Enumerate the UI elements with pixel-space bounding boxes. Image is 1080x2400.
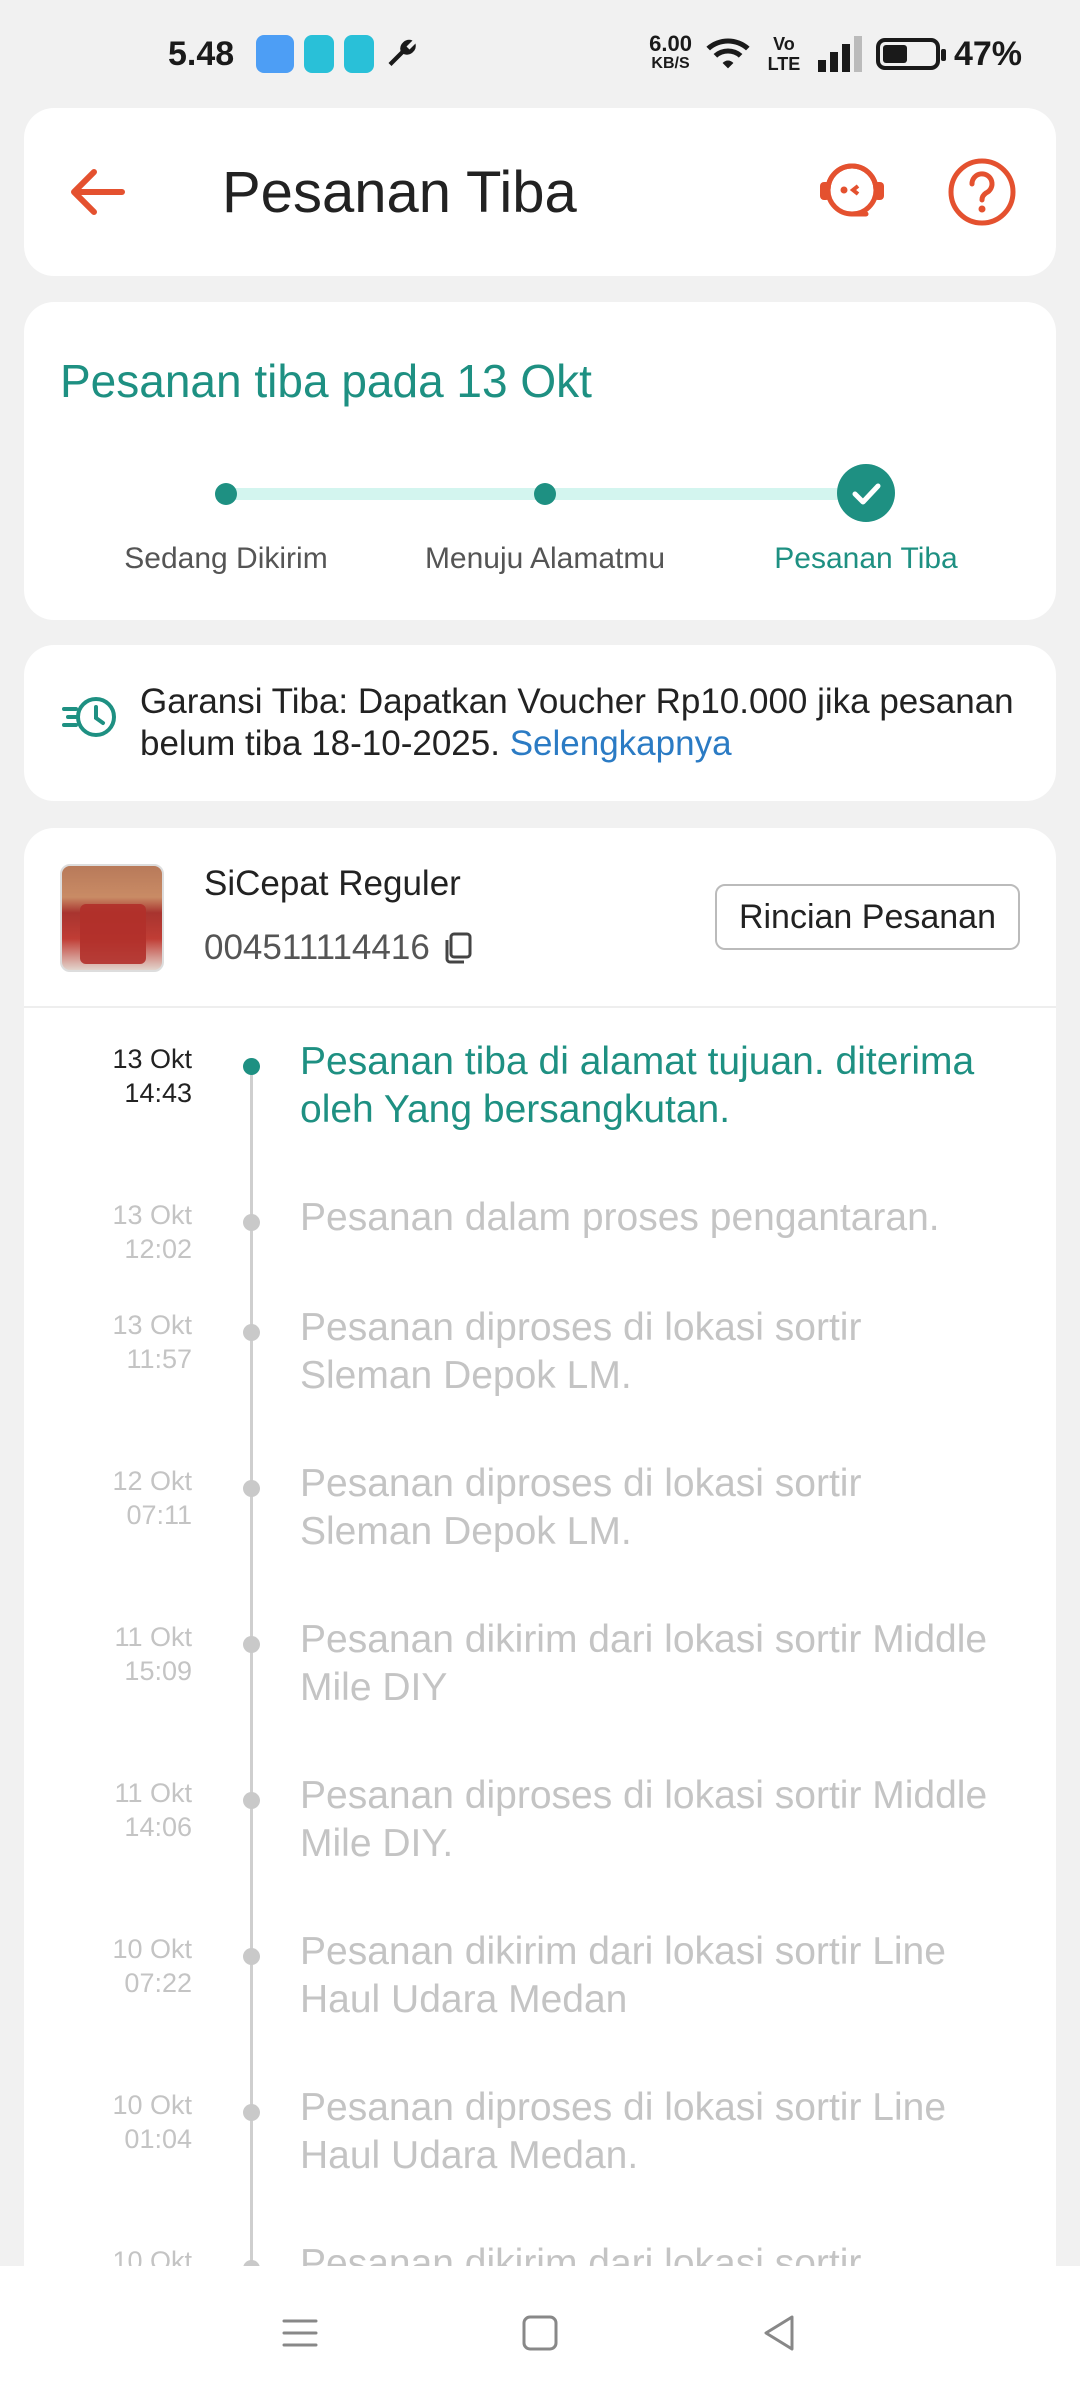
timeline-time: 07:22 — [124, 1968, 192, 1998]
timeline-item: 13 Okt 11:57 Pesanan diproses di lokasi … — [24, 1304, 1056, 1460]
timeline-date: 13 Okt — [112, 1044, 192, 1074]
battery-percent: 47% — [953, 34, 1022, 73]
timeline-item: 11 Okt 15:09 Pesanan dikirim dari lokasi… — [24, 1616, 1056, 1772]
wrench-icon — [388, 39, 416, 66]
page: 5.48 6.00 KB/S Vo LTE 47% Pesanan Tiba P… — [0, 0, 1080, 2400]
tracking-number: 004511114416 — [204, 928, 474, 968]
timeline-timestamp: 10 Okt 01:04 — [24, 2084, 192, 2240]
shopping-cart-icon — [304, 35, 335, 73]
customer-service-icon[interactable] — [814, 154, 890, 230]
timeline-timestamp: 11 Okt 15:09 — [24, 1616, 192, 1772]
timeline-text: Pesanan dalam proses pengantaran. — [300, 1196, 940, 1239]
timeline-timestamp: 13 Okt 11:57 — [24, 1304, 192, 1460]
check-icon — [837, 464, 895, 522]
clock-speed-icon — [62, 697, 116, 737]
timeline-text: Pesanan dikirim dari lokasi sortir Middl… — [300, 1618, 988, 1709]
timeline-text: Pesanan diproses di lokasi sortir Line H… — [300, 2086, 947, 2177]
timeline-dot — [243, 2104, 260, 2121]
back-icon[interactable] — [750, 2303, 810, 2363]
step-dot — [534, 483, 556, 505]
timeline-dot — [243, 1324, 260, 1341]
timeline-text: Pesanan diproses di lokasi sortir Sleman… — [300, 1462, 862, 1553]
back-arrow-icon[interactable] — [62, 157, 132, 227]
guarantee-text: Garansi Tiba: Dapatkan Voucher Rp10.000 … — [140, 681, 1020, 765]
timeline-dot — [243, 1948, 260, 1965]
timeline-text: Pesanan diproses di lokasi sortir Middle… — [300, 1774, 988, 1865]
timeline-timestamp: 10 Okt 07:22 — [24, 1928, 192, 2084]
timeline-date: 13 Okt — [112, 1200, 192, 1230]
notification-icons — [256, 35, 420, 73]
tracking-timeline: 13 Okt 14:43 Pesanan tiba di alamat tuju… — [24, 1008, 1056, 2318]
tracking-number-value: 004511114416 — [204, 928, 430, 967]
timeline-dot — [243, 1636, 260, 1653]
shipment-header: SiCepat Reguler 004511114416 Rincian Pes… — [24, 828, 1056, 1008]
timeline-dot — [243, 1058, 260, 1075]
progress-title: Pesanan tiba pada 13 Okt — [60, 355, 592, 407]
signal-icon — [817, 36, 862, 72]
product-thumbnail — [60, 864, 164, 972]
battery-icon — [875, 38, 946, 70]
system-nav-bar — [0, 2266, 1080, 2400]
step-dot — [215, 483, 237, 505]
timeline-time: 14:43 — [124, 1078, 192, 1108]
timeline-text: Pesanan diproses di lokasi sortir Sleman… — [300, 1306, 862, 1397]
timeline-timestamp: 11 Okt 14:06 — [24, 1772, 192, 1928]
timeline-date: 11 Okt — [114, 1778, 192, 1808]
copy-icon[interactable] — [442, 931, 474, 965]
shopping-cart-icon — [344, 35, 375, 73]
timeline-date: 13 Okt — [112, 1310, 192, 1340]
timeline-time: 07:11 — [126, 1500, 192, 1530]
timeline-item: 10 Okt 01:04 Pesanan diproses di lokasi … — [24, 2084, 1056, 2240]
timeline-time: 14:06 — [124, 1812, 192, 1842]
page-title: Pesanan Tiba — [222, 159, 577, 225]
timeline-time: 01:04 — [124, 2124, 192, 2154]
progress-track — [544, 488, 869, 500]
header-actions — [814, 154, 1018, 230]
timeline-timestamp: 13 Okt 12:02 — [24, 1194, 192, 1304]
home-icon[interactable] — [510, 2303, 570, 2363]
progress-track — [224, 488, 572, 500]
timeline-time: 11:57 — [126, 1344, 192, 1374]
wifi-icon — [706, 38, 750, 69]
delivery-progress-card: Pesanan tiba pada 13 Okt Sedang Dikirim … — [24, 302, 1056, 620]
timeline-time: 15:09 — [124, 1656, 192, 1686]
timeline-dot — [243, 1792, 260, 1809]
menu-icon[interactable] — [270, 2303, 330, 2363]
timeline-item: 12 Okt 07:11 Pesanan diproses di lokasi … — [24, 1460, 1056, 1616]
step-label-sedang-dikirim: Sedang Dikirim — [124, 542, 328, 575]
status-time: 5.48 — [168, 34, 235, 73]
help-icon[interactable] — [946, 156, 1018, 228]
timeline-timestamp: 13 Okt 14:43 — [24, 1038, 192, 1194]
weather-app-icon — [256, 35, 295, 73]
step-label-pesanan-tiba: Pesanan Tiba — [774, 542, 958, 575]
timeline-dot — [243, 1214, 260, 1231]
step-label-menuju-alamatmu: Menuju Alamatmu — [424, 542, 666, 575]
status-bar: 5.48 6.00 KB/S Vo LTE 47% — [0, 0, 1080, 108]
timeline-time: 12:02 — [124, 1234, 192, 1264]
timeline-dot — [243, 1480, 260, 1497]
timeline-date: 11 Okt — [114, 1622, 192, 1652]
timeline-text: Pesanan tiba di alamat tujuan. diterima … — [300, 1040, 975, 1131]
timeline-date: 10 Okt — [112, 2090, 192, 2120]
timeline-text: Pesanan dikirim dari lokasi sortir Line … — [300, 1930, 946, 2021]
timeline-item: 13 Okt 14:43 Pesanan tiba di alamat tuju… — [24, 1038, 1056, 1194]
net-speed-value: 6.00 — [649, 31, 692, 56]
volte-icon: Vo LTE — [767, 34, 801, 74]
progress-steps: Sedang Dikirim Menuju Alamatmu Pesanan T… — [24, 462, 1056, 592]
status-right: 6.00 KB/S Vo LTE 47% — [649, 31, 1022, 75]
timeline-item: 13 Okt 12:02 Pesanan dalam proses pengan… — [24, 1194, 1056, 1304]
guarantee-link[interactable]: Selengkapnya — [510, 724, 732, 763]
app-header: Pesanan Tiba — [24, 108, 1056, 276]
timeline-timestamp: 12 Okt 07:11 — [24, 1460, 192, 1616]
timeline-date: 12 Okt — [112, 1466, 192, 1496]
timeline-item: 11 Okt 14:06 Pesanan diproses di lokasi … — [24, 1772, 1056, 1928]
order-details-button[interactable]: Rincian Pesanan — [714, 884, 1020, 950]
timeline-item: 10 Okt 07:22 Pesanan dikirim dari lokasi… — [24, 1928, 1056, 2084]
net-speed: 6.00 KB/S — [649, 31, 692, 74]
shipment-card: SiCepat Reguler 004511114416 Rincian Pes… — [24, 828, 1056, 2318]
courier-name: SiCepat Reguler — [204, 864, 461, 903]
net-speed-unit: KB/S — [651, 55, 690, 72]
timeline-date: 10 Okt — [112, 1934, 192, 1964]
guarantee-banner[interactable]: Garansi Tiba: Dapatkan Voucher Rp10.000 … — [24, 645, 1056, 801]
